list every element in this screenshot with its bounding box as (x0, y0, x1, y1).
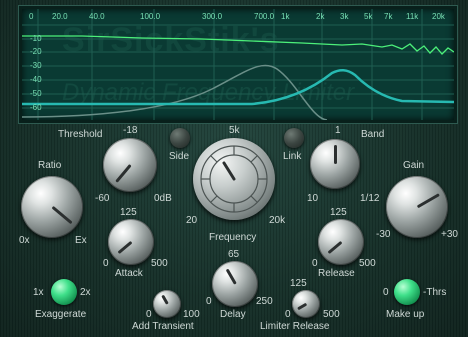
hz-label: 7k (384, 12, 393, 21)
db-label: -30 (30, 61, 42, 70)
frequency-value: 5k (229, 125, 240, 136)
attack-max: 500 (151, 258, 168, 269)
release-knob[interactable] (318, 219, 364, 265)
ratio-min: 0x (19, 235, 30, 246)
frequency-max: 20k (269, 215, 286, 226)
ratio-knob[interactable] (21, 176, 83, 238)
makeup-right: -Thrs (423, 287, 447, 298)
attack-min: 0 (103, 258, 109, 269)
limiter-release-value: 125 (290, 278, 307, 289)
db-label: -10 (30, 34, 42, 43)
release-value: 125 (330, 207, 347, 218)
threshold-knob[interactable] (103, 138, 157, 192)
release-max: 500 (359, 258, 376, 269)
add-transient-knob[interactable] (153, 290, 181, 318)
gain-min: -30 (376, 229, 391, 240)
spectrum-graph (22, 9, 454, 120)
band-knob[interactable] (310, 139, 360, 189)
hz-label: 2k (316, 12, 325, 21)
release-label: Release (318, 268, 355, 279)
limiter-release-knob[interactable] (292, 290, 320, 318)
gain-max: +30 (441, 229, 458, 240)
makeup-toggle[interactable] (394, 279, 420, 305)
db-label: -50 (30, 89, 42, 98)
attack-value: 125 (120, 207, 137, 218)
delay-knob[interactable] (212, 261, 258, 307)
ratio-max: Ex (75, 235, 87, 246)
frequency-label: Frequency (209, 232, 257, 243)
add-transient-label: Add Transient (132, 321, 194, 332)
threshold-label: Threshold (58, 129, 103, 140)
exaggerate-toggle[interactable] (51, 279, 77, 305)
add-transient-min: 0 (146, 309, 152, 320)
link-toggle[interactable] (284, 128, 304, 148)
exaggerate-right: 2x (80, 287, 91, 298)
hz-label: 20.0 (52, 12, 68, 21)
side-label: Side (169, 151, 190, 162)
db-label: -20 (30, 47, 42, 56)
hz-label: 40.0 (89, 12, 105, 21)
limiter-release-max: 500 (323, 309, 340, 320)
exaggerate-left: 1x (33, 287, 44, 298)
side-toggle[interactable] (170, 128, 190, 148)
gain-knob[interactable] (386, 176, 448, 238)
hz-label: 20k (432, 12, 445, 21)
link-label: Link (283, 151, 302, 162)
hz-label: 3k (340, 12, 349, 21)
hz-label: 300.0 (202, 12, 223, 21)
band-label: Band (361, 129, 385, 140)
hz-label: 5k (364, 12, 373, 21)
hz-label: 1k (281, 12, 290, 21)
attack-label: Attack (115, 268, 143, 279)
frequency-min: 20 (186, 215, 198, 226)
delay-value: 65 (228, 249, 240, 260)
add-transient-max: 100 (183, 309, 200, 320)
hz-label: 100.0 (140, 12, 161, 21)
db-label: -40 (30, 75, 42, 84)
limiter-release-label: Limiter Release (260, 321, 330, 332)
db-label: -60 (30, 103, 42, 112)
makeup-label: Make up (386, 309, 425, 320)
hz-label: 11k (406, 12, 419, 21)
attack-knob[interactable] (108, 219, 154, 265)
band-value: 1 (335, 125, 341, 136)
hz-label: 0 (29, 12, 34, 21)
spectrum-display: SirSickStik's Dynamic Frequency Limiter … (19, 6, 457, 123)
band-max: 1/12 (360, 193, 380, 204)
threshold-value: -18 (123, 125, 138, 136)
threshold-max: 0dB (154, 193, 172, 204)
delay-max: 250 (256, 296, 273, 307)
frequency-knob[interactable] (193, 138, 275, 220)
band-curve (22, 64, 328, 120)
exaggerate-label: Exaggerate (35, 309, 87, 320)
makeup-left: 0 (383, 287, 389, 298)
band-min: 10 (307, 193, 319, 204)
delay-min: 0 (206, 296, 212, 307)
delay-label: Delay (220, 309, 246, 320)
gain-label: Gain (403, 160, 425, 171)
ratio-label: Ratio (38, 160, 62, 171)
limiter-release-min: 0 (285, 309, 291, 320)
release-min: 0 (312, 258, 318, 269)
hz-label: 700.0 (254, 12, 275, 21)
threshold-min: -60 (95, 193, 110, 204)
